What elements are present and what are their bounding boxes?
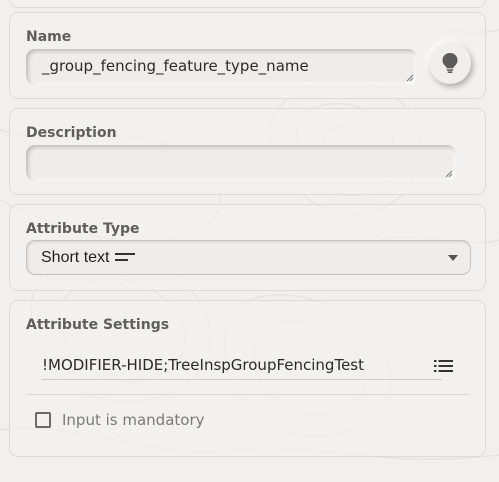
attribute-type-label: Attribute Type bbox=[26, 221, 140, 237]
mandatory-checkbox-label[interactable]: Input is mandatory bbox=[62, 411, 205, 429]
name-section: Name _group_fencing_feature_type_name bbox=[9, 12, 486, 99]
attribute-type-select[interactable]: Short text bbox=[26, 240, 471, 275]
description-section: Description bbox=[9, 108, 486, 195]
suggest-name-button[interactable] bbox=[429, 42, 471, 84]
previous-section-card bbox=[9, 0, 486, 8]
name-label: Name bbox=[26, 29, 72, 45]
attribute-type-section: Attribute Type Short text bbox=[9, 204, 486, 291]
name-input-value: _group_fencing_feature_type_name bbox=[42, 57, 309, 75]
lightbulb-icon bbox=[442, 53, 458, 73]
mandatory-checkbox[interactable] bbox=[35, 412, 51, 428]
description-label: Description bbox=[26, 125, 117, 141]
short-text-icon bbox=[115, 253, 135, 261]
attribute-settings-input[interactable]: !MODIFIER-HIDE;TreeInspGroupFencingTest bbox=[42, 353, 442, 380]
name-input[interactable]: _group_fencing_feature_type_name bbox=[26, 49, 417, 85]
list-icon[interactable] bbox=[434, 360, 453, 372]
attribute-type-selected: Short text bbox=[41, 249, 110, 266]
attribute-settings-value: !MODIFIER-HIDE;TreeInspGroupFencingTest bbox=[42, 356, 364, 374]
caret-down-icon[interactable] bbox=[448, 255, 458, 261]
attribute-settings-label: Attribute Settings bbox=[26, 317, 170, 333]
description-input[interactable] bbox=[26, 145, 456, 181]
settings-divider bbox=[26, 394, 470, 395]
resize-handle-icon[interactable] bbox=[445, 170, 453, 178]
attribute-settings-section: Attribute Settings !MODIFIER-HIDE;TreeIn… bbox=[9, 300, 486, 457]
resize-handle-icon[interactable] bbox=[406, 74, 414, 82]
